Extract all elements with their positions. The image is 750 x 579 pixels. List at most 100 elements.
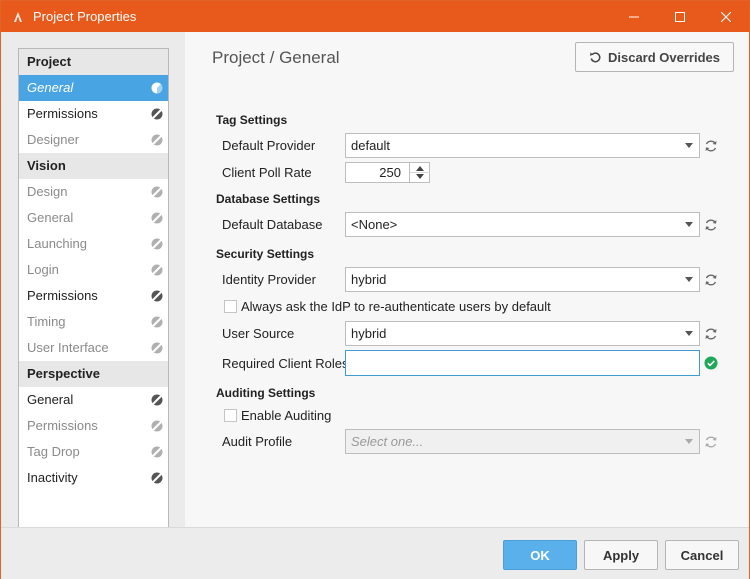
default-provider-value: default — [351, 138, 391, 153]
auditing-settings-header: Auditing Settings — [216, 386, 316, 400]
default-provider-label: Default Provider — [222, 138, 316, 153]
identity-provider-select[interactable]: hybrid — [345, 267, 700, 292]
sidebar-item-label: Inactivity — [27, 470, 78, 485]
override-status-icon — [151, 290, 163, 302]
security-settings-header: Security Settings — [216, 247, 315, 261]
maximize-button[interactable] — [657, 1, 703, 32]
sidebar-item-project-designer[interactable]: Designer — [19, 127, 168, 153]
discard-overrides-button[interactable]: Discard Overrides — [575, 42, 734, 72]
sidebar-item-label: Permissions — [27, 418, 98, 433]
refresh-icon[interactable] — [704, 139, 718, 153]
sidebar-item-vision-user-interface[interactable]: User Interface — [19, 335, 168, 361]
sidebar-item-label: User Interface — [27, 340, 109, 355]
refresh-icon[interactable] — [704, 327, 718, 341]
inherited-status-icon — [151, 264, 163, 276]
minimize-button[interactable] — [611, 1, 657, 32]
reauth-checkbox[interactable] — [224, 300, 237, 313]
undo-icon — [589, 51, 601, 62]
override-status-icon — [151, 82, 163, 94]
sidebar-item-label: Timing — [27, 314, 66, 329]
sidebar-section-perspective: Perspective — [19, 361, 168, 387]
cancel-button[interactable]: Cancel — [665, 540, 739, 570]
sidebar-item-project-general[interactable]: General — [19, 75, 168, 101]
stepper-divider — [410, 172, 430, 173]
sidebar-item-vision-launching[interactable]: Launching — [19, 231, 168, 257]
maximize-icon — [675, 11, 685, 22]
stepper-arrows[interactable] — [409, 163, 430, 182]
stepper-up-icon[interactable] — [416, 166, 424, 171]
close-button[interactable] — [703, 1, 749, 32]
inherited-status-icon — [151, 134, 163, 146]
audit-profile-placeholder: Select one... — [351, 434, 424, 449]
ignition-app-icon — [11, 10, 25, 24]
minimize-icon — [629, 16, 639, 17]
default-database-select[interactable]: <None> — [345, 212, 700, 237]
sidebar-item-label: Login — [27, 262, 59, 277]
enable-auditing-checkbox[interactable] — [224, 409, 237, 422]
required-client-roles-input[interactable] — [345, 350, 700, 376]
sidebar-item-project-permissions[interactable]: Permissions — [19, 101, 168, 127]
stepper-down-icon[interactable] — [416, 174, 424, 179]
sidebar-item-label: Design — [27, 184, 68, 199]
sidebar-item-label: Tag Drop — [27, 444, 80, 459]
chevron-down-icon — [685, 331, 693, 336]
close-icon — [721, 11, 731, 22]
default-provider-select[interactable]: default — [345, 133, 700, 158]
database-settings-header: Database Settings — [216, 192, 321, 206]
identity-provider-value: hybrid — [351, 272, 387, 287]
inherited-status-icon — [151, 420, 163, 432]
refresh-icon[interactable] — [704, 218, 718, 232]
audit-profile-label: Audit Profile — [222, 434, 293, 449]
override-status-icon — [151, 394, 163, 406]
sidebar-item-vision-general[interactable]: General — [19, 205, 168, 231]
sidebar-item-label: General — [27, 210, 74, 225]
sidebar-panel: Project General Permissions Designer Vis… — [1, 32, 185, 544]
inherited-status-icon — [151, 316, 163, 328]
client-poll-rate-stepper[interactable]: 250 — [345, 162, 430, 183]
sidebar-item-vision-login[interactable]: Login — [19, 257, 168, 283]
sidebar-item-perspective-tag-drop[interactable]: Tag Drop — [19, 439, 168, 465]
apply-button[interactable]: Apply — [584, 540, 658, 570]
dialog-footer: OK Apply Cancel — [1, 527, 749, 579]
valid-check-icon — [704, 356, 718, 370]
sidebar-section-project: Project — [19, 49, 168, 75]
refresh-icon — [705, 436, 717, 448]
inherited-status-icon — [151, 342, 163, 354]
override-status-icon — [151, 472, 163, 484]
chevron-down-icon — [685, 439, 693, 444]
sidebar-item-perspective-permissions[interactable]: Permissions — [19, 413, 168, 439]
sidebar-item-label: General — [27, 392, 74, 407]
sidebar-item-label: General — [27, 80, 74, 95]
project-properties-window: Project Properties Project General Permi… — [0, 0, 750, 579]
enable-auditing-label: Enable Auditing — [241, 408, 332, 423]
sidebar-item-label: Permissions — [27, 288, 98, 303]
ok-button[interactable]: OK — [503, 540, 577, 570]
sidebar-item-vision-design[interactable]: Design — [19, 179, 168, 205]
user-source-value: hybrid — [351, 326, 387, 341]
required-client-roles-label: Required Client Roles — [222, 356, 349, 371]
sidebar-section-vision: Vision — [19, 153, 168, 179]
refresh-icon[interactable] — [704, 273, 718, 287]
user-source-select[interactable]: hybrid — [345, 321, 700, 346]
default-database-label: Default Database — [222, 217, 323, 232]
override-status-icon — [151, 108, 163, 120]
sidebar-item-vision-timing[interactable]: Timing — [19, 309, 168, 335]
sidebar-item-perspective-inactivity[interactable]: Inactivity — [19, 465, 168, 491]
inherited-status-icon — [151, 212, 163, 224]
page-title: Project / General — [212, 48, 340, 67]
client-poll-rate-label: Client Poll Rate — [222, 165, 312, 180]
audit-profile-select[interactable]: Select one... — [345, 429, 700, 454]
sidebar-item-label: Designer — [27, 132, 80, 147]
chevron-down-icon — [685, 222, 693, 227]
sidebar-item-label: Launching — [27, 236, 87, 251]
tag-settings-header: Tag Settings — [216, 113, 288, 127]
main-content: Project / General Discard Overrides Tag … — [185, 32, 749, 527]
sidebar-item-perspective-general[interactable]: General — [19, 387, 168, 413]
inherited-status-icon — [151, 446, 163, 458]
sidebar-item-vision-permissions[interactable]: Permissions — [19, 283, 168, 309]
window-title: Project Properties — [33, 9, 137, 24]
reauth-checkbox-label: Always ask the IdP to re-authenticate us… — [241, 299, 551, 314]
default-database-value: <None> — [351, 217, 398, 232]
sidebar-item-label: Permissions — [27, 106, 98, 121]
chevron-down-icon — [685, 277, 693, 282]
